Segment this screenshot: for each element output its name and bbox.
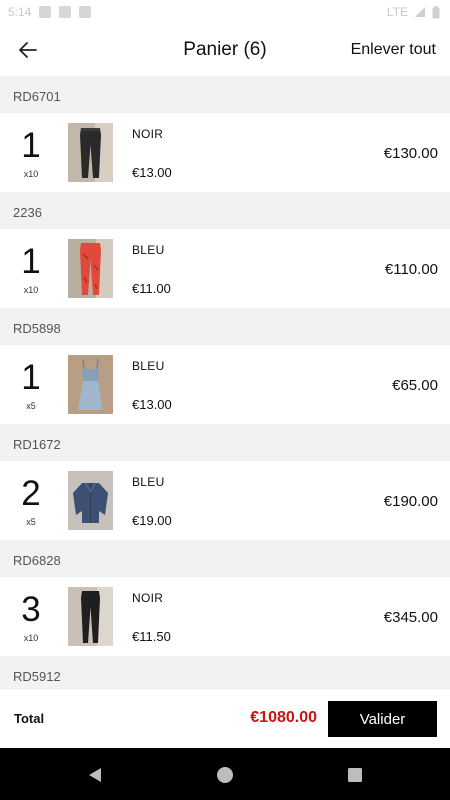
validate-button[interactable]: Valider — [328, 701, 437, 737]
unit-price: €13.00 — [132, 397, 172, 412]
pack-size: x10 — [23, 169, 39, 179]
product-ref-header: RD5898 — [0, 308, 450, 345]
circle-home-icon[interactable] — [216, 766, 234, 784]
pack-size: x5 — [26, 401, 36, 411]
product-image-black-jogger-pants[interactable] — [68, 123, 113, 182]
item-quantity: 1 — [21, 358, 41, 397]
product-image-red-pants[interactable] — [68, 239, 113, 298]
unit-price: €11.00 — [132, 281, 171, 296]
product-ref-header: RD6828 — [0, 540, 450, 577]
status-time: 5:14 — [8, 5, 32, 19]
unit-price: €11.50 — [132, 629, 171, 644]
cart-item[interactable]: 1 x5 BLEU €13.00 €65.00 — [0, 345, 450, 424]
unit-price: €19.00 — [132, 513, 172, 528]
status-bar: 5:14 LTE — [0, 0, 450, 24]
total-label: Total — [14, 711, 45, 726]
system-nav-bar — [0, 748, 450, 800]
unit-price: €13.00 — [132, 165, 172, 180]
item-quantity: 1 — [21, 242, 41, 281]
item-quantity: 2 — [21, 474, 41, 513]
clear-all-button[interactable]: Enlever tout — [351, 41, 436, 59]
notification-icon — [39, 6, 52, 18]
cart-footer: Total €1080.00 Valider — [0, 688, 450, 748]
battery-icon — [432, 5, 440, 18]
cart-item[interactable]: 1 x10 NOIR €13.00 €130.00 — [0, 113, 450, 192]
line-total: €65.00 — [392, 377, 438, 394]
cart-item[interactable]: 3 x10 NOIR €11.50 €345.00 — [0, 577, 450, 656]
item-color: BLEU — [132, 359, 165, 373]
product-image-denim-dress[interactable] — [68, 355, 113, 414]
item-color: NOIR — [132, 127, 164, 141]
product-image-black-pants[interactable] — [68, 587, 113, 646]
item-quantity: 1 — [21, 126, 41, 165]
cart-item[interactable]: 1 x10 BLEU €11.00 €110.00 — [0, 229, 450, 308]
product-image-denim-jacket[interactable] — [68, 471, 113, 530]
line-total: €130.00 — [383, 145, 438, 162]
status-bar-right: LTE — [387, 5, 440, 19]
line-total: €110.00 — [384, 261, 438, 278]
product-ref-header: RD5912 — [0, 656, 450, 688]
item-quantity: 3 — [21, 590, 41, 629]
notification-icon — [59, 6, 72, 18]
pack-size: x10 — [23, 285, 39, 295]
cart-item[interactable]: 2 x5 BLEU €19.00 €190.00 — [0, 461, 450, 540]
item-color: NOIR — [132, 591, 164, 605]
item-color: BLEU — [132, 475, 165, 489]
signal-icon — [415, 7, 425, 17]
app-bar: Panier (6) Enlever tout — [0, 24, 450, 74]
square-recents-icon[interactable] — [346, 766, 364, 784]
item-color: BLEU — [132, 243, 165, 257]
line-total: €345.00 — [383, 609, 438, 626]
status-bar-left: 5:14 — [8, 5, 92, 19]
network-label: LTE — [386, 5, 408, 19]
cart-list[interactable]: RD6701 1 x10 NOIR €13.00 €130.00 2236 1 … — [0, 76, 450, 688]
product-ref-header: RD1672 — [0, 424, 450, 461]
total-value: €1080.00 — [250, 709, 317, 726]
triangle-back-icon[interactable] — [86, 766, 104, 784]
pack-size: x10 — [23, 633, 39, 643]
product-ref-header: 2236 — [0, 192, 450, 229]
pack-size: x5 — [26, 517, 36, 527]
product-ref-header: RD6701 — [0, 76, 450, 113]
notification-icon — [79, 6, 92, 18]
line-total: €190.00 — [383, 493, 438, 510]
